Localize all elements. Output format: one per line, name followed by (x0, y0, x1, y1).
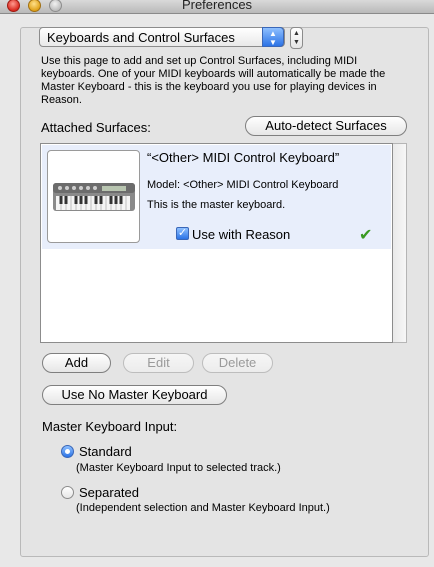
keyboard-illustration-icon (53, 183, 135, 211)
standard-radio-label[interactable]: Standard (79, 444, 132, 459)
surface-model: Model: <Other> MIDI Control Keyboard (147, 179, 339, 191)
add-button[interactable]: Add (42, 353, 111, 373)
delete-button[interactable]: Delete (202, 353, 273, 373)
popup-arrows-icon: ▲ ▼ (262, 27, 284, 47)
master-keyboard-input-label: Master Keyboard Input: (42, 419, 178, 434)
separated-radio-note: (Independent selection and Master Keyboa… (76, 502, 330, 514)
page-stepper[interactable]: ▲ ▼ (290, 27, 303, 49)
standard-radio[interactable] (61, 445, 74, 458)
separated-radio[interactable] (61, 486, 74, 499)
surface-list-item[interactable]: “<Other> MIDI Control Keyboard” Model: <… (42, 145, 391, 249)
window-title: Preferences (181, 0, 253, 12)
edit-button[interactable]: Edit (123, 353, 194, 373)
page-description: Use this page to add and set up Control … (41, 55, 386, 106)
checkmark-icon: ✔ (359, 227, 373, 244)
stepper-arrows-icon: ▲ ▼ (293, 30, 300, 46)
separated-radio-label[interactable]: Separated (79, 485, 139, 500)
auto-detect-surfaces-button[interactable]: Auto-detect Surfaces (245, 116, 407, 136)
page-selector-popup[interactable]: Keyboards and Control Surfaces ▲ ▼ (39, 27, 285, 47)
surfaces-list-scrollbar[interactable] (393, 143, 407, 343)
page-selector-value: Keyboards and Control Surfaces (47, 30, 235, 45)
surface-master-status: This is the master keyboard. (147, 199, 286, 211)
attached-surfaces-label: Attached Surfaces: (41, 120, 151, 135)
use-with-reason-label[interactable]: Use with Reason (192, 227, 290, 242)
attached-surfaces-list[interactable]: “<Other> MIDI Control Keyboard” Model: <… (40, 143, 393, 343)
window-titlebar: Preferences (0, 0, 434, 14)
surface-name: “<Other> MIDI Control Keyboard” (147, 150, 340, 165)
use-no-master-keyboard-button[interactable]: Use No Master Keyboard (42, 385, 227, 405)
use-with-reason-checkbox[interactable]: ✓ (176, 227, 189, 240)
standard-radio-note: (Master Keyboard Input to selected track… (76, 462, 281, 474)
midi-keyboard-image (47, 150, 140, 243)
